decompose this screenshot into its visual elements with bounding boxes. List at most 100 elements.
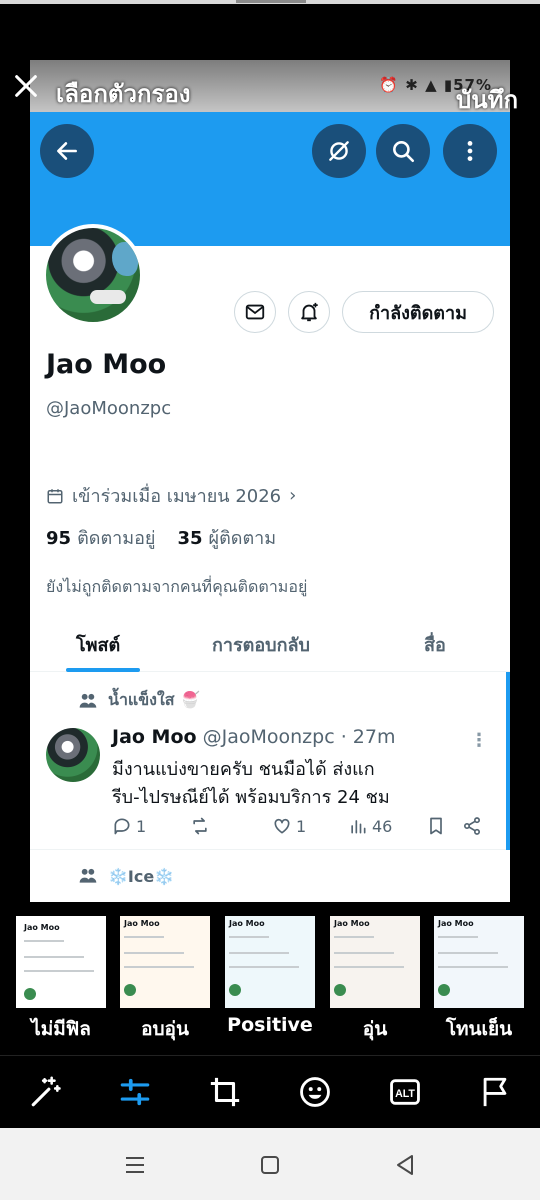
reply-action: 1 xyxy=(112,816,146,836)
share-action xyxy=(462,816,482,836)
filter-label-positive[interactable]: Positive xyxy=(215,1014,325,1036)
alt-label: ALT xyxy=(395,1088,415,1100)
bookmark-action xyxy=(426,816,446,836)
thumb-avatar xyxy=(124,984,136,996)
envelope-icon xyxy=(245,304,265,320)
more-button xyxy=(443,124,497,178)
reply-icon xyxy=(114,818,130,835)
thumb-line xyxy=(24,956,84,958)
following-label: ติดตามอยู่ xyxy=(77,528,156,549)
sticker-face-icon xyxy=(300,1077,330,1107)
joined-text: เข้าร่วมเมื่อ เมษายน 2026 xyxy=(72,486,282,507)
filter-thumb-positive[interactable]: Jao Moo xyxy=(225,916,315,1008)
follow-notice: ยังไม่ถูกติดตามจากคนที่คุณติดตามอยู่ xyxy=(46,577,308,596)
filter-label-warmer[interactable]: อุ่น xyxy=(320,1014,430,1044)
back-button xyxy=(40,124,94,178)
thumb-line xyxy=(24,970,94,972)
thumb-name: Jao Moo xyxy=(124,919,160,928)
thumb-line xyxy=(334,966,404,968)
thumb-line xyxy=(229,936,269,938)
post-actions: 1 1 46 xyxy=(112,816,492,840)
thumb-line xyxy=(229,966,299,968)
filter-label-warm[interactable]: อบอุ่น xyxy=(110,1014,220,1044)
community-row: น้ำแข็งใส 🍧 xyxy=(78,688,200,713)
filter-thumb-warm[interactable]: Jao Moo xyxy=(120,916,210,1008)
sticker-tool[interactable] xyxy=(297,1074,333,1110)
post-item: น้ำแข็งใส 🍧 Jao Moo @JaoMoonzpc · 27m ⋮ … xyxy=(30,672,510,850)
thumb-line xyxy=(438,936,478,938)
thumb-avatar xyxy=(438,984,450,996)
filter-strip: Jao Moo Jao Moo Jao Moo Jao Moo Jao Moo … xyxy=(0,903,540,1055)
follow-counts: 95 ติดตามอยู่ 35 ผู้ติดตาม xyxy=(46,523,276,552)
like-action: 1 xyxy=(272,816,306,836)
close-icon[interactable] xyxy=(12,72,40,100)
thumb-avatar xyxy=(334,984,346,996)
home-square-icon xyxy=(261,1156,279,1174)
post-more-icon: ⋮ xyxy=(470,730,488,751)
filter-label-cool[interactable]: โทนเย็น xyxy=(424,1014,534,1044)
thumb-avatar xyxy=(24,988,36,1000)
alt-text-tool[interactable]: ALT xyxy=(387,1074,423,1110)
views-count: 46 xyxy=(372,816,393,836)
image-preview[interactable]: ⏰ ✱ ▲ ▮57% กำลังติดตาม Jao Moo @JaoMoonz… xyxy=(30,60,510,902)
flag-tool[interactable] xyxy=(477,1074,513,1110)
post-text: มีงานแบ่งขายครับ ชนมือได้ ส่งแก รีบ-ไปรษ… xyxy=(112,756,492,812)
thumb-line xyxy=(24,940,64,942)
thumb-avatar xyxy=(229,984,241,996)
recents-nav-button[interactable] xyxy=(120,1150,150,1180)
community-name: ❄️Ice❄️ xyxy=(108,866,175,886)
calendar-icon xyxy=(47,488,63,503)
thumb-line xyxy=(229,952,289,954)
community-icon xyxy=(79,868,97,883)
repost-action xyxy=(190,816,210,836)
preview-scroll-indicator xyxy=(506,672,510,850)
profile-avatar xyxy=(42,224,144,326)
filter-thumb-warmer[interactable]: Jao Moo xyxy=(330,916,420,1008)
filter-thumb-cool[interactable]: Jao Moo xyxy=(434,916,524,1008)
followers-count: 35 xyxy=(177,528,203,549)
crop-tool[interactable] xyxy=(207,1074,243,1110)
profile-name: Jao Moo xyxy=(46,349,167,380)
avatar-shoe xyxy=(90,290,126,304)
sliver-chip xyxy=(236,0,306,3)
crop-icon xyxy=(210,1077,240,1107)
home-nav-button[interactable] xyxy=(255,1150,285,1180)
community-name: น้ำแข็งใส 🍧 xyxy=(108,690,201,709)
thumb-name: Jao Moo xyxy=(334,919,370,928)
alt-text-icon: ALT xyxy=(390,1079,420,1105)
bookmark-icon xyxy=(430,817,442,835)
followers-label: ผู้ติดตาม xyxy=(208,528,277,549)
post-item: ❄️Ice❄️ xyxy=(30,850,510,902)
adjust-sliders-icon xyxy=(120,1078,150,1106)
magic-wand-icon xyxy=(31,1076,61,1107)
post-avatar xyxy=(46,728,100,782)
post-header: Jao Moo @JaoMoonzpc · 27m xyxy=(112,726,395,748)
adjust-tool[interactable] xyxy=(117,1074,153,1110)
following-count: 95 xyxy=(46,528,72,549)
filter-label-none[interactable]: ไม่มีฟิล xyxy=(6,1014,116,1044)
auto-enhance-tool[interactable] xyxy=(28,1074,64,1110)
tab-posts: โพสต์ xyxy=(76,635,121,656)
share-icon xyxy=(464,817,480,835)
search-icon xyxy=(393,141,415,163)
thumb-line xyxy=(334,936,374,938)
views-action: 46 xyxy=(348,816,392,836)
grok-slash-icon xyxy=(329,141,349,161)
profile-handle: @JaoMoonzpc xyxy=(46,398,172,419)
notify-button xyxy=(288,291,330,333)
thumb-name: Jao Moo xyxy=(24,923,60,932)
post-meta: @JaoMoonzpc · 27m xyxy=(202,726,396,748)
repost-icon xyxy=(193,817,207,835)
thumb-line xyxy=(438,952,498,954)
filter-thumb-none[interactable]: Jao Moo xyxy=(14,914,108,1010)
views-chart-icon xyxy=(351,820,366,834)
community-icon xyxy=(79,693,97,708)
post-text-line2: รีบ-ไปรษณีย์ได้ พร้อมบริการ 24 ชม xyxy=(112,787,390,808)
thumb-name: Jao Moo xyxy=(438,919,474,928)
bell-plus-icon xyxy=(301,302,318,322)
back-nav-button[interactable] xyxy=(390,1150,420,1180)
joined-date: เข้าร่วมเมื่อ เมษายน 2026 › xyxy=(46,481,296,510)
post-text-line1: มีงานแบ่งขายครับ ชนมือได้ ส่งแก xyxy=(112,759,375,780)
chevron-right-icon: › xyxy=(289,485,297,506)
save-button[interactable]: บันทึก xyxy=(456,80,518,119)
